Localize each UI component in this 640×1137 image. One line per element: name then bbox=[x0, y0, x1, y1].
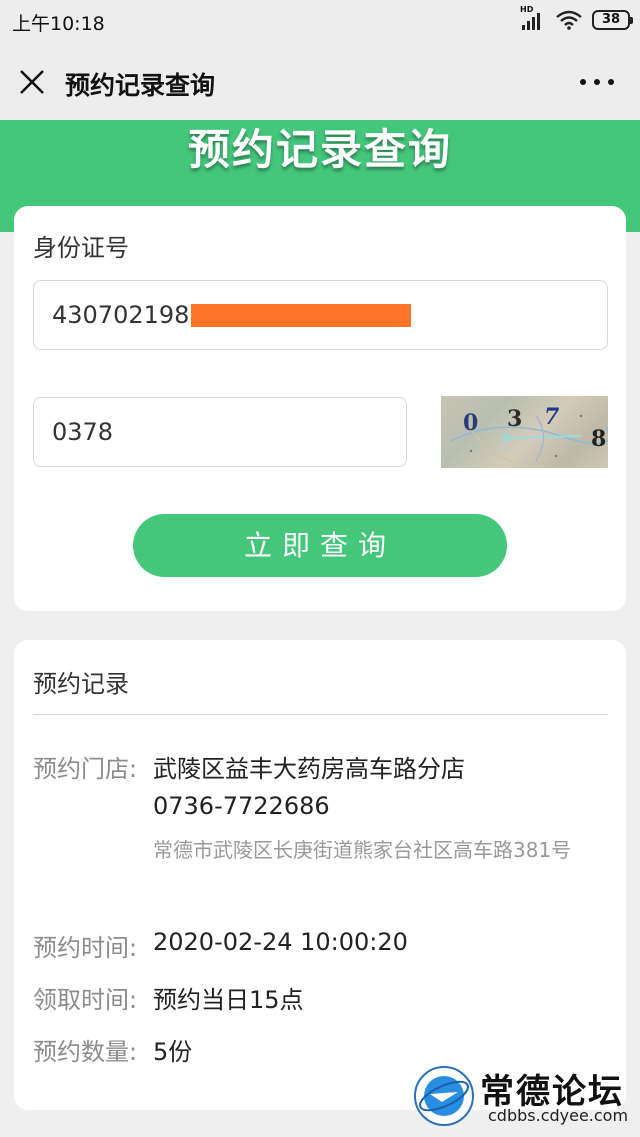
pickup-time-value: 预约当日15点 bbox=[153, 986, 304, 1014]
status-bar: 上午10:18 HD 38 bbox=[0, 0, 640, 44]
page-title: 预约记录查询 bbox=[65, 71, 216, 100]
divider bbox=[33, 714, 608, 715]
id-number-label: 身份证号 bbox=[33, 234, 129, 262]
more-options-icon[interactable] bbox=[580, 70, 614, 94]
forum-logo-icon bbox=[414, 1066, 474, 1126]
watermark-url: cdbbs.cdyee.com bbox=[488, 1106, 629, 1125]
captcha-char: 0 bbox=[463, 410, 479, 436]
appointment-record-card: 预约记录 预约门店: 武陵区益丰大药房高车路分店 0736-7722686 常德… bbox=[14, 640, 626, 1110]
store-address: 常德市武陵区长庚街道熊家台社区高车路381号 bbox=[153, 838, 572, 862]
captcha-char: 8 bbox=[591, 426, 607, 452]
captcha-input-value: 0378 bbox=[52, 418, 114, 446]
status-icons: HD 38 bbox=[520, 5, 633, 32]
pickup-time-label: 领取时间: bbox=[33, 986, 138, 1014]
captcha-input[interactable]: 0378 bbox=[33, 397, 407, 467]
status-time: 上午10:18 bbox=[12, 13, 105, 35]
appointment-time-value: 2020-02-24 10:00:20 bbox=[153, 928, 408, 956]
captcha-image[interactable]: 0 3 7 8 bbox=[441, 396, 608, 468]
captcha-char: 7 bbox=[544, 404, 560, 430]
store-name: 武陵区益丰大药房高车路分店 bbox=[153, 755, 465, 783]
wifi-icon bbox=[556, 10, 582, 30]
quantity-label: 预约数量: bbox=[33, 1038, 138, 1066]
redaction-bar bbox=[191, 303, 412, 327]
query-form-card: 身份证号 430702198 0378 0 3 7 8 立即查询 bbox=[14, 206, 626, 611]
record-title: 预约记录 bbox=[33, 670, 129, 698]
banner-title: 预约记录查询 bbox=[187, 125, 452, 174]
quantity-value: 5份 bbox=[153, 1038, 193, 1066]
id-number-value: 430702198 bbox=[52, 301, 190, 329]
cellular-signal-icon: HD bbox=[520, 5, 546, 32]
query-button[interactable]: 立即查询 bbox=[133, 514, 507, 577]
appointment-time-label: 预约时间: bbox=[33, 934, 138, 962]
nav-bar: 预约记录查询 bbox=[0, 44, 640, 120]
store-phone[interactable]: 0736-7722686 bbox=[153, 792, 330, 820]
battery-icon: 38 bbox=[592, 10, 633, 30]
close-icon[interactable] bbox=[16, 66, 48, 98]
forum-watermark: 常德论坛 cdbbs.cdyee.com bbox=[410, 1062, 638, 1132]
store-label: 预约门店: bbox=[33, 755, 138, 783]
captcha-char: 3 bbox=[507, 406, 523, 432]
id-number-input[interactable]: 430702198 bbox=[33, 280, 608, 350]
